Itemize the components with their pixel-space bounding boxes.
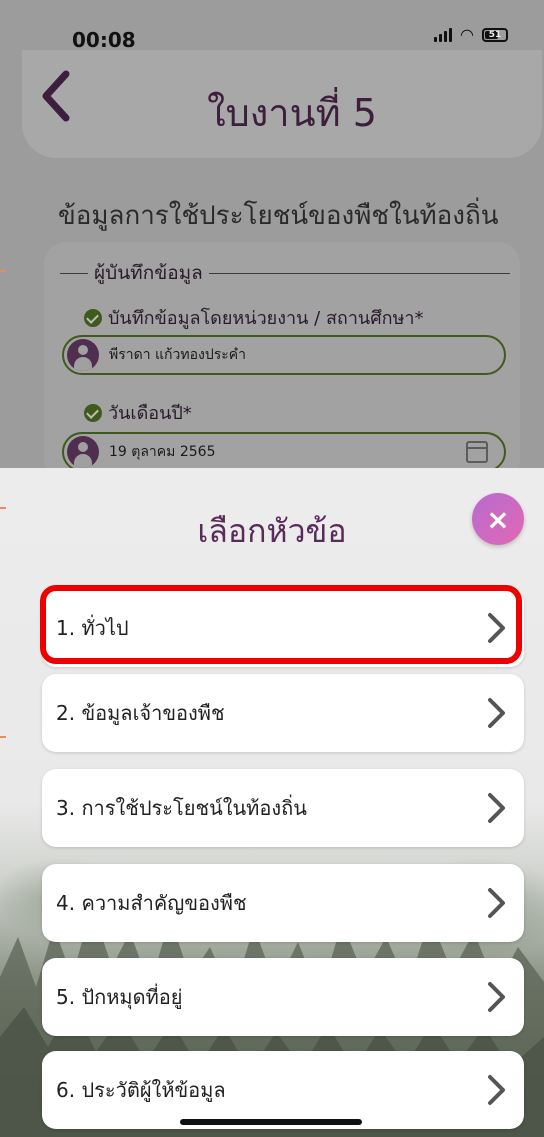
chevron-right-icon bbox=[488, 982, 505, 1012]
edge-marker bbox=[0, 507, 6, 509]
topic-label: 4. ความสำคัญของพืช bbox=[56, 891, 247, 915]
status-icons: ◠ 51 bbox=[434, 25, 508, 44]
recorder-input-value: พีราดา แก้วทองประคำ bbox=[109, 347, 246, 363]
section-title: ข้อมูลการใช้ประโยชน์ของพืชในท้องถิ่น bbox=[58, 201, 499, 231]
date-label-text: วันเดือนปี* bbox=[108, 403, 192, 424]
chevron-right-icon bbox=[488, 1075, 505, 1105]
status-time: 00:08 bbox=[72, 28, 136, 52]
selection-highlight bbox=[40, 585, 522, 664]
topic-label: 6. ประวัติผู้ให้ข้อมูล bbox=[56, 1078, 226, 1102]
topic-label: 2. ข้อมูลเจ้าของพืช bbox=[56, 701, 225, 725]
battery-level: 51 bbox=[488, 30, 502, 40]
topic-item-plant-importance[interactable]: 4. ความสำคัญของพืช bbox=[42, 864, 524, 942]
topic-item-local-use[interactable]: 3. การใช้ประโยชน์ในท้องถิ่น bbox=[42, 769, 524, 847]
background-page: 00:08 ◠ 51 ใบงานที่ 5 ข้อมูลการใช้ประโยช… bbox=[0, 0, 544, 482]
wifi-icon: ◠ bbox=[460, 25, 474, 44]
recorder-field-label: บันทึกข้อมูลโดยหน่วยงาน / สถานศึกษา* bbox=[84, 303, 424, 332]
edge-marker bbox=[0, 270, 6, 272]
topic-item-informant-history[interactable]: 6. ประวัติผู้ให้ข้อมูล bbox=[42, 1051, 524, 1129]
chevron-right-icon bbox=[488, 793, 505, 823]
chevron-right-icon bbox=[488, 698, 505, 728]
user-avatar-icon bbox=[67, 339, 99, 371]
date-field-label: วันเดือนปี* bbox=[84, 398, 192, 427]
signal-icon bbox=[434, 28, 453, 42]
edge-marker bbox=[0, 736, 6, 738]
topic-item-pin-location[interactable]: 5. ปักหมุดที่อยู่ bbox=[42, 958, 524, 1036]
recorder-input[interactable]: พีราดา แก้วทองประคำ bbox=[62, 335, 506, 375]
chevron-right-icon bbox=[488, 888, 505, 918]
topic-picker-sheet: เลือกหัวข้อ × 1. ทั่วไป 2. ข้อมูลเจ้าของ… bbox=[0, 468, 544, 1137]
topic-label: 3. การใช้ประโยชน์ในท้องถิ่น bbox=[56, 796, 307, 820]
screen: 00:08 ◠ 51 ใบงานที่ 5 ข้อมูลการใช้ประโยช… bbox=[0, 0, 544, 1137]
close-button[interactable]: × bbox=[472, 493, 524, 545]
battery-icon: 51 bbox=[482, 28, 508, 42]
date-input-value: 19 ตุลาคม 2565 bbox=[109, 444, 216, 460]
home-indicator[interactable] bbox=[180, 1119, 362, 1125]
date-input[interactable]: 19 ตุลาคม 2565 bbox=[62, 432, 506, 472]
sheet-title: เลือกหัวข้อ bbox=[197, 512, 347, 550]
page-title: ใบงานที่ 5 bbox=[207, 91, 377, 135]
topic-label: 5. ปักหมุดที่อยู่ bbox=[56, 985, 183, 1009]
check-circle-icon bbox=[84, 308, 102, 327]
recorder-fieldset-legend: ผู้บันทึกข้อมูล bbox=[60, 258, 510, 288]
calendar-icon[interactable] bbox=[466, 441, 488, 463]
recorder-label-text: บันทึกข้อมูลโดยหน่วยงาน / สถานศึกษา* bbox=[108, 308, 424, 329]
check-circle-icon bbox=[84, 403, 102, 422]
user-avatar-icon bbox=[67, 436, 99, 468]
topic-item-plant-owner[interactable]: 2. ข้อมูลเจ้าของพืช bbox=[42, 674, 524, 752]
legend-text: ผู้บันทึกข้อมูล bbox=[94, 262, 203, 284]
